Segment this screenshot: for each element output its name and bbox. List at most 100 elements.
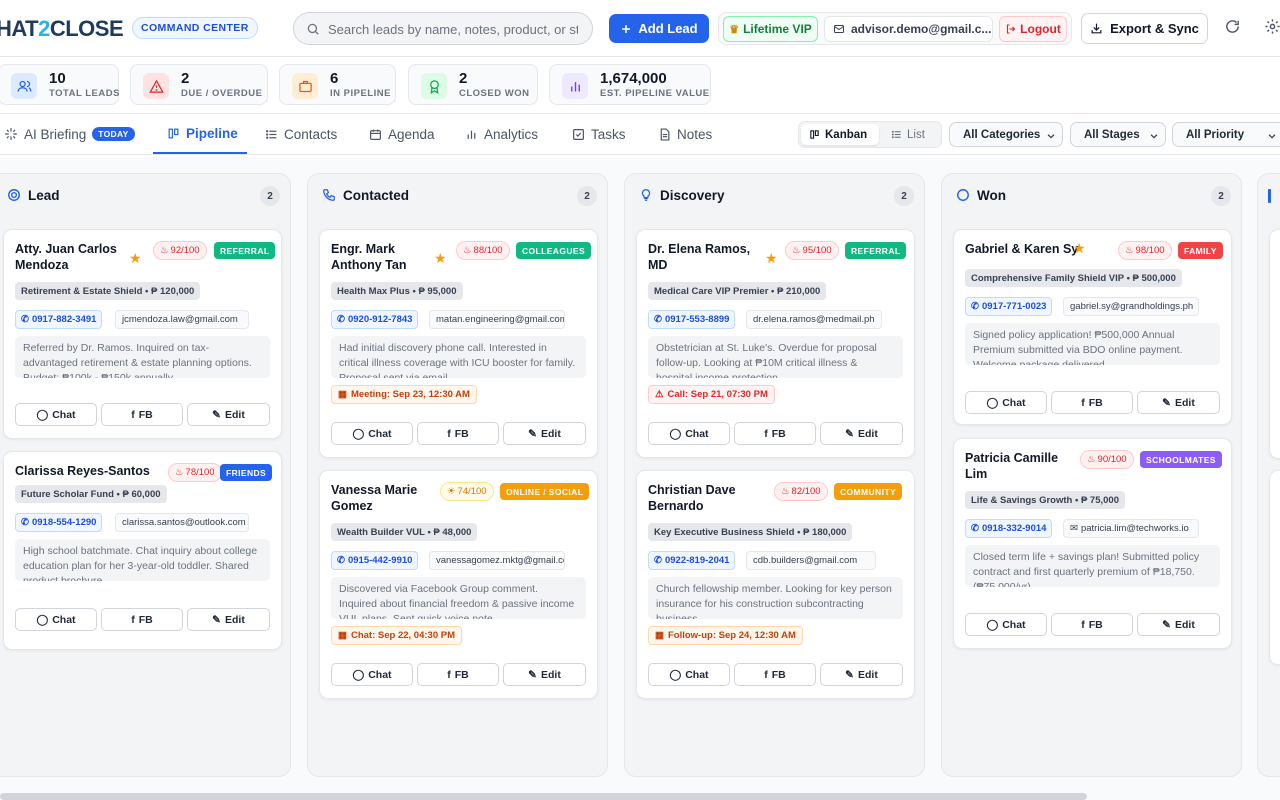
star-icon[interactable]: ★ — [765, 250, 778, 267]
email-link[interactable]: vanessagomez.mktg@gmail.com — [429, 551, 565, 570]
phone-link[interactable]: ✆ 0920-912-7843 — [331, 310, 419, 329]
search-box[interactable] — [293, 12, 593, 45]
phone-link[interactable]: ✆ 0917-771-0023 — [965, 297, 1053, 316]
priority-select[interactable]: All Priority — [1172, 122, 1280, 147]
phone-link[interactable]: ✆ 0918-332-9014 — [965, 519, 1053, 538]
chat-button[interactable]: ◯ Chat — [648, 663, 730, 686]
refresh-icon[interactable] — [1224, 18, 1241, 35]
stat-pipeline-value[interactable]: 1,674,000 EST. PIPELINE VALUE — [549, 64, 711, 105]
app-logo[interactable]: HAT2CLOSE — [0, 16, 124, 42]
category-tag: FRIENDS — [220, 464, 273, 481]
edit-button[interactable]: ✎ Edit — [503, 422, 586, 445]
lead-score: ☀ 74/100 — [440, 482, 494, 501]
calendar-icon — [370, 129, 381, 140]
phone-link[interactable]: ✆ 0918-554-1290 — [15, 513, 103, 532]
edit-button[interactable]: ✎ Edit — [820, 663, 903, 686]
tab-ai-briefing[interactable]: AI Briefing TODAY — [4, 114, 135, 154]
add-lead-button[interactable]: Add Lead — [609, 14, 709, 43]
chat-icon: ◯ — [986, 618, 999, 631]
column-icon — [1268, 189, 1271, 203]
edit-button[interactable]: ✎ Edit — [820, 422, 903, 445]
tab-tasks[interactable]: Tasks — [572, 114, 626, 154]
chat-button[interactable]: ◯ Chat — [648, 422, 730, 445]
next-activity[interactable]: ⚠ Call: Sep 21, 07:30 PM — [648, 385, 775, 404]
stat-closed-won[interactable]: 2 CLOSED WON — [408, 64, 538, 105]
edit-button[interactable]: ✎ Edit — [187, 608, 270, 631]
facebook-button[interactable]: f FB — [734, 422, 816, 445]
email-link[interactable]: jcmendoza.law@gmail.com — [115, 310, 249, 329]
kanban-view-button[interactable]: Kanban — [801, 124, 879, 145]
tab-contacts[interactable]: Contacts — [265, 114, 337, 154]
chat-button[interactable]: ◯ Chat — [965, 613, 1047, 636]
lead-card[interactable]: Atty. Juan Carlos Mendoza ★ ♨ 92/100 REFER… — [3, 229, 282, 439]
stat-in-pipeline[interactable]: 6 IN PIPELINE — [279, 64, 396, 105]
facebook-button[interactable]: f FB — [417, 663, 499, 686]
lead-card[interactable]: Patricia Camille Lim ♨ 90/100 SCHOOLMATES … — [953, 438, 1232, 649]
lead-card[interactable]: Vanessa Marie Gomez ☀ 74/100 ONLINE / SOCI… — [319, 470, 598, 699]
facebook-button[interactable]: f FB — [1051, 391, 1133, 414]
chat-button[interactable]: ◯ Chat — [15, 403, 97, 426]
star-icon[interactable]: ★ — [129, 250, 142, 267]
facebook-icon: f — [447, 427, 451, 440]
chat-icon: ◯ — [36, 613, 49, 626]
chat-button[interactable]: ◯ Chat — [965, 391, 1047, 414]
stat-due-overdue[interactable]: 2 DUE / OVERDUE — [130, 64, 268, 105]
chat-button[interactable]: ◯ Chat — [331, 422, 413, 445]
gear-icon[interactable] — [1264, 18, 1280, 35]
email-link[interactable]: gabriel.sy@grandholdings.ph — [1063, 297, 1199, 316]
facebook-button[interactable]: f FB — [101, 608, 183, 631]
email-link[interactable]: clarissa.santos@outlook.com — [115, 513, 249, 532]
edit-button[interactable]: ✎ Edit — [503, 663, 586, 686]
tab-agenda[interactable]: Agenda — [369, 114, 435, 154]
chat-icon: ◯ — [36, 408, 49, 421]
chat-button[interactable]: ◯ Chat — [331, 663, 413, 686]
list-view-button[interactable]: List — [883, 124, 939, 145]
facebook-button[interactable]: f FB — [101, 403, 183, 426]
phone-link[interactable]: ✆ 0915-442-9910 — [331, 551, 419, 570]
edit-button[interactable]: ✎ Edit — [1137, 391, 1220, 414]
checkbox-icon — [573, 128, 584, 140]
flame-icon: ♨ — [781, 486, 790, 497]
search-input[interactable] — [328, 20, 578, 39]
facebook-button[interactable]: f FB — [734, 663, 816, 686]
category-select[interactable]: All Categories — [949, 122, 1063, 147]
account-email[interactable]: advisor.demo@gmail.c... — [824, 16, 993, 42]
star-icon[interactable]: ★ — [434, 250, 447, 267]
edit-button[interactable]: ✎ Edit — [187, 403, 270, 426]
chevron-down-icon — [1150, 134, 1158, 139]
lead-name: Dr. Elena Ramos, MD — [648, 242, 751, 272]
lead-card[interactable] — [1269, 229, 1280, 459]
lead-card[interactable]: Clarissa Reyes-Santos ♨ 78/100 FRIENDS Fu… — [3, 451, 282, 650]
next-activity[interactable]: ▦ Meeting: Sep 23, 12:30 AM — [331, 385, 477, 404]
tab-notes[interactable]: Notes — [658, 114, 712, 154]
lead-card[interactable]: Dr. Elena Ramos, MD ★ ♨ 95/100 REFERRAL Me… — [636, 229, 915, 458]
stat-total-leads[interactable]: 10 TOTAL LEADS — [0, 64, 119, 105]
lead-card[interactable]: Engr. Mark Anthony Tan ★ ♨ 88/100 COLLEAGU… — [319, 229, 598, 458]
facebook-button[interactable]: f FB — [1051, 613, 1133, 636]
email-link[interactable]: dr.elena.ramos@medmail.ph — [746, 310, 882, 329]
email-link[interactable]: ✉ patricia.lim@techworks.io — [1063, 519, 1199, 538]
email-link[interactable]: matan.engineering@gmail.com — [429, 310, 565, 329]
next-activity[interactable]: ▦ Follow-up: Sep 24, 12:30 AM — [648, 626, 803, 645]
stage-select[interactable]: All Stages — [1070, 122, 1166, 147]
email-link[interactable]: cdb.builders@gmail.com — [746, 551, 876, 570]
tab-pipeline[interactable]: Pipeline — [153, 114, 247, 154]
phone-link[interactable]: ✆ 0917-882-3491 — [15, 310, 103, 329]
phone-link[interactable]: ✆ 0922-819-2041 — [648, 551, 736, 570]
stat-value: 6 — [330, 70, 339, 87]
next-activity[interactable]: ▦ Chat: Sep 22, 04:30 PM — [331, 626, 462, 645]
edit-button[interactable]: ✎ Edit — [1137, 613, 1220, 636]
chat-button[interactable]: ◯ Chat — [15, 608, 97, 631]
lead-card[interactable]: Christian Dave Bernardo ♨ 82/100 COMMUNITY… — [636, 470, 915, 699]
flame-icon: ♨ — [175, 467, 184, 478]
vip-badge[interactable]: ♛ Lifetime VIP — [723, 16, 818, 42]
phone-link[interactable]: ✆ 0917-553-8899 — [648, 310, 736, 329]
logout-button[interactable]: Logout — [999, 16, 1067, 42]
facebook-button[interactable]: f FB — [417, 422, 499, 445]
lead-card[interactable] — [1269, 470, 1280, 665]
horizontal-scrollbar[interactable] — [0, 793, 1087, 800]
star-icon[interactable]: ★ — [1073, 240, 1086, 257]
lead-card[interactable]: Gabriel & Karen Sy ★ ♨ 98/100 FAMILY Comp… — [953, 229, 1232, 425]
tab-analytics[interactable]: Analytics — [465, 114, 538, 154]
export-sync-button[interactable]: Export & Sync — [1081, 13, 1208, 44]
